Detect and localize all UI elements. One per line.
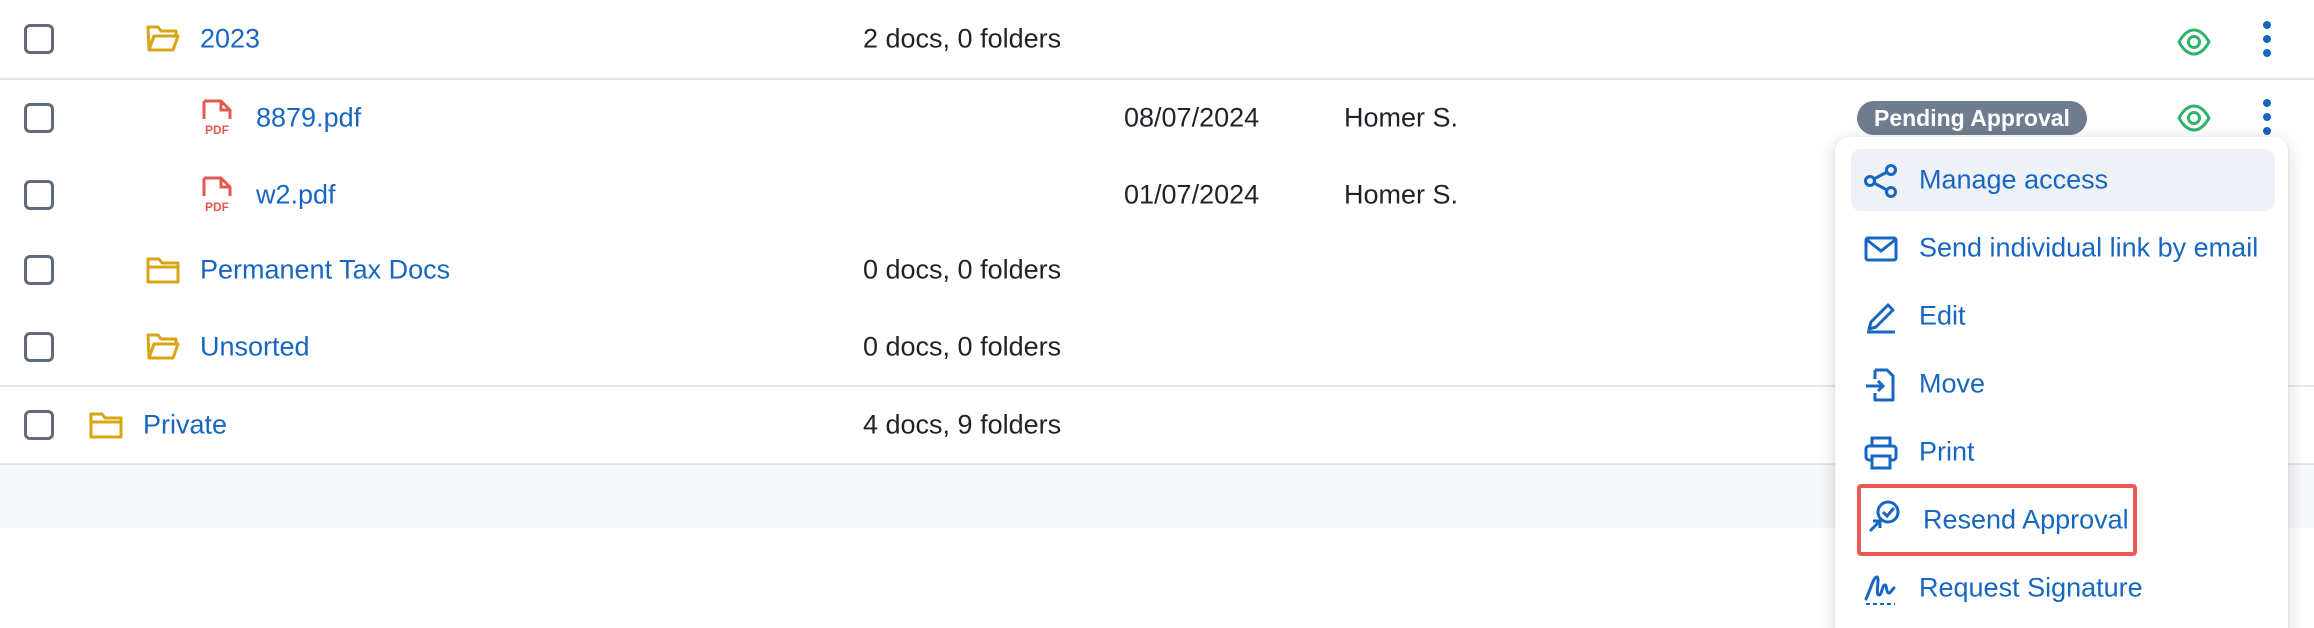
documents-list: 2023 2 docs, 0 folders PDF 8879.pdf 08/0…: [0, 0, 2314, 628]
file-owner: Homer S.: [1344, 102, 1459, 132]
context-menu: Manage access Send individual link by em…: [1835, 137, 2288, 628]
menu-item-label: Request Signature: [1919, 572, 2143, 603]
file-name[interactable]: w2.pdf: [256, 179, 336, 210]
pencil-icon: [1863, 299, 1899, 335]
status-badge: Pending Approval: [1857, 101, 2087, 135]
menu-item-print[interactable]: Print: [1851, 421, 2275, 483]
folder-count: 0 docs, 0 folders: [863, 254, 1062, 285]
share-icon: [1863, 163, 1899, 199]
folder-count: 4 docs, 9 folders: [863, 409, 1062, 440]
menu-item-label: Send individual link by email: [1919, 232, 2259, 263]
row-checkbox[interactable]: [24, 255, 54, 285]
pdf-file-icon: PDF: [200, 99, 234, 144]
menu-item-edit[interactable]: Edit: [1851, 285, 2275, 347]
signature-icon: [1863, 571, 1899, 607]
file-owner: Homer S.: [1344, 179, 1459, 209]
move-file-icon: [1863, 367, 1899, 403]
file-date: 08/07/2024: [1124, 102, 1260, 132]
row-checkbox[interactable]: [24, 179, 54, 210]
svg-text:PDF: PDF: [205, 200, 229, 214]
folder-open-icon: [146, 23, 180, 60]
menu-item-manage-access[interactable]: Manage access: [1851, 149, 2275, 211]
menu-item-label: Manage access: [1919, 164, 2109, 195]
file-date: 01/07/2024: [1124, 179, 1260, 209]
mail-icon: [1863, 231, 1899, 267]
list-item[interactable]: 2023 2 docs, 0 folders: [0, 0, 2314, 78]
folder-name[interactable]: Permanent Tax Docs: [200, 255, 450, 286]
row-checkbox[interactable]: [24, 102, 54, 133]
folder-icon: [89, 410, 123, 447]
folder-name[interactable]: Private: [143, 410, 227, 441]
pdf-file-icon: PDF: [200, 176, 234, 221]
printer-icon: [1863, 435, 1899, 471]
folder-icon: [146, 255, 180, 292]
menu-item-request-signature[interactable]: Request Signature: [1851, 557, 2275, 619]
folder-open-icon: [146, 331, 180, 368]
folder-count: 0 docs, 0 folders: [863, 331, 1062, 361]
menu-item-send-link[interactable]: Send individual link by email: [1851, 217, 2275, 279]
row-checkbox[interactable]: [24, 331, 54, 362]
menu-item-label: Edit: [1919, 300, 1966, 331]
menu-item-move[interactable]: Move: [1851, 353, 2275, 415]
menu-item-label: Move: [1919, 368, 1986, 399]
svg-text:PDF: PDF: [205, 123, 229, 137]
folder-count: 2 docs, 0 folders: [863, 23, 1062, 54]
row-checkbox[interactable]: [24, 24, 54, 54]
menu-item-resend-approval[interactable]: Resend Approval: [1857, 484, 2137, 556]
eye-icon[interactable]: [2177, 101, 2211, 142]
eye-icon[interactable]: [2177, 25, 2211, 66]
more-options-icon[interactable]: [2260, 20, 2274, 65]
resend-approval-icon: [1867, 498, 1903, 534]
folder-name[interactable]: 2023: [200, 24, 260, 55]
file-name[interactable]: 8879.pdf: [256, 102, 361, 133]
folder-name[interactable]: Unsorted: [200, 331, 310, 362]
menu-item-label: Print: [1919, 436, 1975, 467]
row-checkbox[interactable]: [24, 410, 54, 440]
menu-item-label: Resend Approval: [1923, 504, 2129, 535]
